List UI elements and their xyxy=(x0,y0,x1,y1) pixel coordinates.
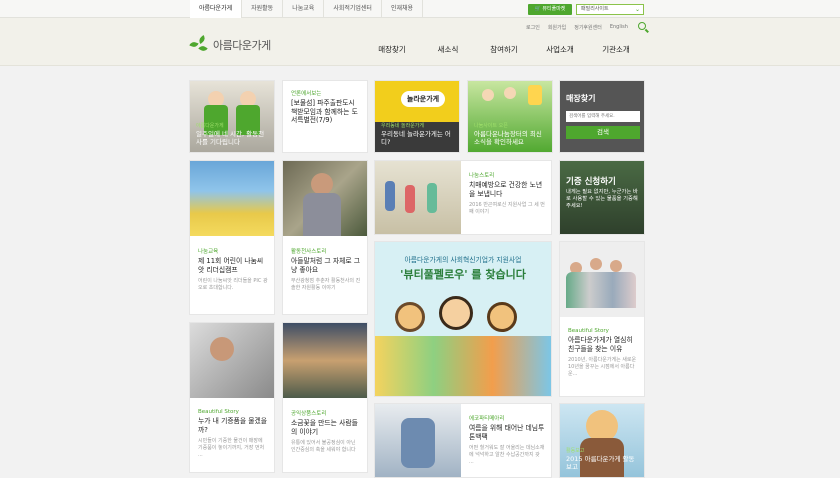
card-category: 에코파티메아리 xyxy=(469,416,505,422)
card-category: 나눔스토리 xyxy=(469,173,495,179)
card-beautiful-story-friends[interactable]: Beautiful Story 아름다운가게가 열심히 친구들을 찾는 이유 2… xyxy=(559,241,645,397)
card-desc: 어떤 헐거워도 잘 어울리는 데님소재에 넉넉하고 알찬 수납공간까지 갖 ..… xyxy=(469,445,545,465)
card-title: 아들말처럼 그 자체로 그냥 좋아요 xyxy=(291,257,361,274)
store-finder-widget: 매장찾기 검색 xyxy=(559,80,645,153)
volunteer-portrait-photo xyxy=(283,161,367,236)
card-donation-story[interactable]: Beautiful Story 누가 내 기증품을 물겠을까? 시민들이 기증한… xyxy=(189,322,275,473)
card-title: 일주일에 네 시간, 활동천사를 기다립니다 xyxy=(196,130,265,146)
card-sharing-market[interactable]: 나눔사이트 오픈 아름다운나눔장터의 최신 소식을 확인하세요 xyxy=(467,80,553,153)
nav-participate[interactable]: 참여하기 xyxy=(476,44,532,55)
card-category: Beautiful Story xyxy=(568,328,609,334)
truck-driver-photo xyxy=(190,323,274,398)
card-volunteer-story[interactable]: 활동천사스토리 아들말처럼 그 자체로 그냥 좋아요 부산광청점 추춘자 활동천… xyxy=(282,160,368,315)
logo-text: 아름다운가게 xyxy=(213,39,271,52)
family-tabs: 아름다운가게 자원활동 나눔교육 사회적기업센터 인재채용 xyxy=(190,0,424,18)
tab-beautiful-store[interactable]: 아름다운가게 xyxy=(190,0,243,18)
card-title: 아름다운나눔장터의 최신 소식을 확인하세요 xyxy=(474,130,542,146)
card-denim-backpack[interactable]: 에코파티메아리 여름을 위해 태어난 데님투톤백팩 어떤 헐거워도 잘 어울리는… xyxy=(374,403,552,478)
card-dementia-prevention[interactable]: 나눔스토리 치매예방으로 건강한 노년을 보냅니다 2016 반곤여로신 지원사… xyxy=(374,160,552,235)
header: 로그인 회원가입 정기후원센터 English 아름다운가게 매장찾기 새소식 … xyxy=(0,18,840,66)
tab-careers[interactable]: 인재채용 xyxy=(382,0,424,18)
search-icon[interactable] xyxy=(638,22,646,30)
card-tag: 우리동네 놀라운가게 xyxy=(381,123,424,129)
card-desc: 2010년, 아름다운가게는 새로운 10년을 꿈꾸는 시점에서 아름다운... xyxy=(568,357,637,377)
card-title: 우리동네 놀라운가게는 어디? xyxy=(381,130,451,146)
card-desc: 어린이 나눔씨앗 리더들을 PIC 광오로 초대합니다. xyxy=(198,278,268,291)
card-activity-report[interactable]: 활동보고 2015 아름다운가게 활동보고 xyxy=(559,403,645,478)
nav-about[interactable]: 기관소개 xyxy=(588,44,644,55)
login-link[interactable]: 로그인 xyxy=(526,24,540,31)
card-title: 2015 아름다운가게 활동보고 xyxy=(566,455,635,471)
card-salt-story[interactable]: 공익상품스토리 소금꽃을 만드는 사람들의 이야기 유통에 있어서 불공정심이 … xyxy=(282,322,368,473)
card-desc: 부산광청점 추춘자 활동천사의 진솔한 자원활동 이야기 xyxy=(291,278,361,291)
card-title: 누가 내 기증품을 물겠을까? xyxy=(198,417,268,434)
card-donation-request[interactable]: 기증 신청하기 내게는 필요 없지만, 누군가는 바로 사용할 수 있는 물품을… xyxy=(559,160,645,235)
card-category: 활동천사스토리 xyxy=(291,249,327,255)
salt-field-photo xyxy=(283,323,367,398)
card-desc: 내게는 필요 없지만, 누군가는 바로 사용할 수 있는 물품을 기증해주세요! xyxy=(566,189,638,209)
card-tag: 나눔사이트 오픈 xyxy=(474,123,508,129)
camp-group-photo xyxy=(190,161,274,236)
card-desc: 2016 반곤여로신 지원사업 그 세 번째 이야기 xyxy=(469,202,545,215)
card-category: 언론에서보는 xyxy=(291,91,322,97)
card-category: 공익상품스토리 xyxy=(291,411,327,417)
tab-education[interactable]: 나눔교육 xyxy=(283,0,325,18)
card-category: Beautiful Story xyxy=(198,409,239,415)
banner-line1: 아름다운가게의 사회혁신기업가 지원사업 xyxy=(404,256,522,264)
card-desc: 유통에 있어서 불공정심이 아닌 인간중심의 축을 세워야 합니다 xyxy=(291,440,356,453)
utility-links: 로그인 회원가입 정기후원센터 English xyxy=(526,24,628,31)
chevron-down-icon: ⌄ xyxy=(634,6,640,13)
card-title: 치매예방으로 건강한 노년을 보냅니다 xyxy=(469,181,543,198)
card-desc: 시민들이 기증한 물건이 매장에 기증품이 놓이기까지, 거장 먼처 ... xyxy=(198,438,265,458)
shop-label: 뷰티풀마켓 xyxy=(542,6,566,12)
card-amazing-store[interactable]: 놀라운가게 우리동네 놀라운가게 우리동네 놀라운가게는 어디? xyxy=(374,80,460,153)
card-title: 소금꽃을 만드는 사람들의 이야기 xyxy=(291,419,358,436)
donation-center-link[interactable]: 정기후원센터 xyxy=(574,24,602,31)
nav-news[interactable]: 새소식 xyxy=(420,44,476,55)
tab-volunteer[interactable]: 자원활동 xyxy=(242,0,284,18)
signup-link[interactable]: 회원가입 xyxy=(548,24,566,31)
card-title: 여름을 위해 태어난 데님투톤백팩 xyxy=(469,424,545,441)
logo[interactable]: 아름다운가게 xyxy=(189,35,271,53)
card-tag: 활동보고 xyxy=(566,448,585,454)
card-title: 제 11회 어린이 나눔씨앗 리더십캠프 xyxy=(198,257,264,274)
card-title: 기증 신청하기 xyxy=(566,177,616,187)
banner-illustration xyxy=(375,336,551,396)
top-bar: 아름다운가게 자원활동 나눔교육 사회적기업센터 인재채용 🛒 뷰티풀마켓 패밀… xyxy=(0,0,840,18)
amazing-store-logo: 놀라운가게 xyxy=(401,91,445,107)
backpack-photo xyxy=(375,404,461,477)
widget-title: 매장찾기 xyxy=(566,94,596,103)
beautiful-market-button[interactable]: 🛒 뷰티풀마켓 xyxy=(528,4,572,15)
banner-line2: '뷰티풀펠로우' 를 찾습니다 xyxy=(400,268,526,281)
nav-programs[interactable]: 사업소개 xyxy=(532,44,588,55)
card-kids-camp[interactable]: 나눔교육 제 11회 어린이 나눔씨앗 리더십캠프 어린이 나눔씨앗 리더들을 … xyxy=(189,160,275,315)
exercise-class-photo xyxy=(375,161,461,234)
card-title: 아름다운가게가 열심히 친구들을 찾는 이유 xyxy=(568,336,633,353)
card-volunteer-recruit[interactable]: 아름다운가게 일주일에 네 시간, 활동천사를 기다립니다 xyxy=(189,80,275,153)
family-site-select[interactable]: 패밀리사이트 ⌄ xyxy=(576,4,644,15)
staff-group-photo xyxy=(560,242,644,317)
nav-store-finder[interactable]: 매장찾기 xyxy=(364,44,420,55)
beautiful-fellow-banner[interactable]: 아름다운가게의 사회혁신기업가 지원사업 '뷰티풀펠로우' 를 찾습니다 xyxy=(374,241,552,397)
cart-icon: 🛒 xyxy=(534,6,541,12)
card-tag: 아름다운가게 xyxy=(196,123,224,129)
tab-social-enterprise[interactable]: 사회적기업센터 xyxy=(324,0,382,18)
main-nav: 매장찾기 새소식 참여하기 사업소개 기관소개 xyxy=(364,44,644,55)
leaf-logo-icon xyxy=(189,35,210,53)
store-search-input[interactable] xyxy=(566,111,640,122)
site-select-value: 패밀리사이트 xyxy=(581,6,609,12)
card-press[interactable]: 언론에서보는 [보물섬] 파주출판도시 책받모임과 함께하는 도서특별전(7/9… xyxy=(282,80,368,153)
english-link[interactable]: English xyxy=(610,24,628,31)
card-title: [보물섬] 파주출판도시 책받모임과 함께하는 도서특별전(7/9) xyxy=(291,99,358,124)
card-category: 나눔교육 xyxy=(198,249,219,255)
store-search-button[interactable]: 검색 xyxy=(566,126,640,139)
